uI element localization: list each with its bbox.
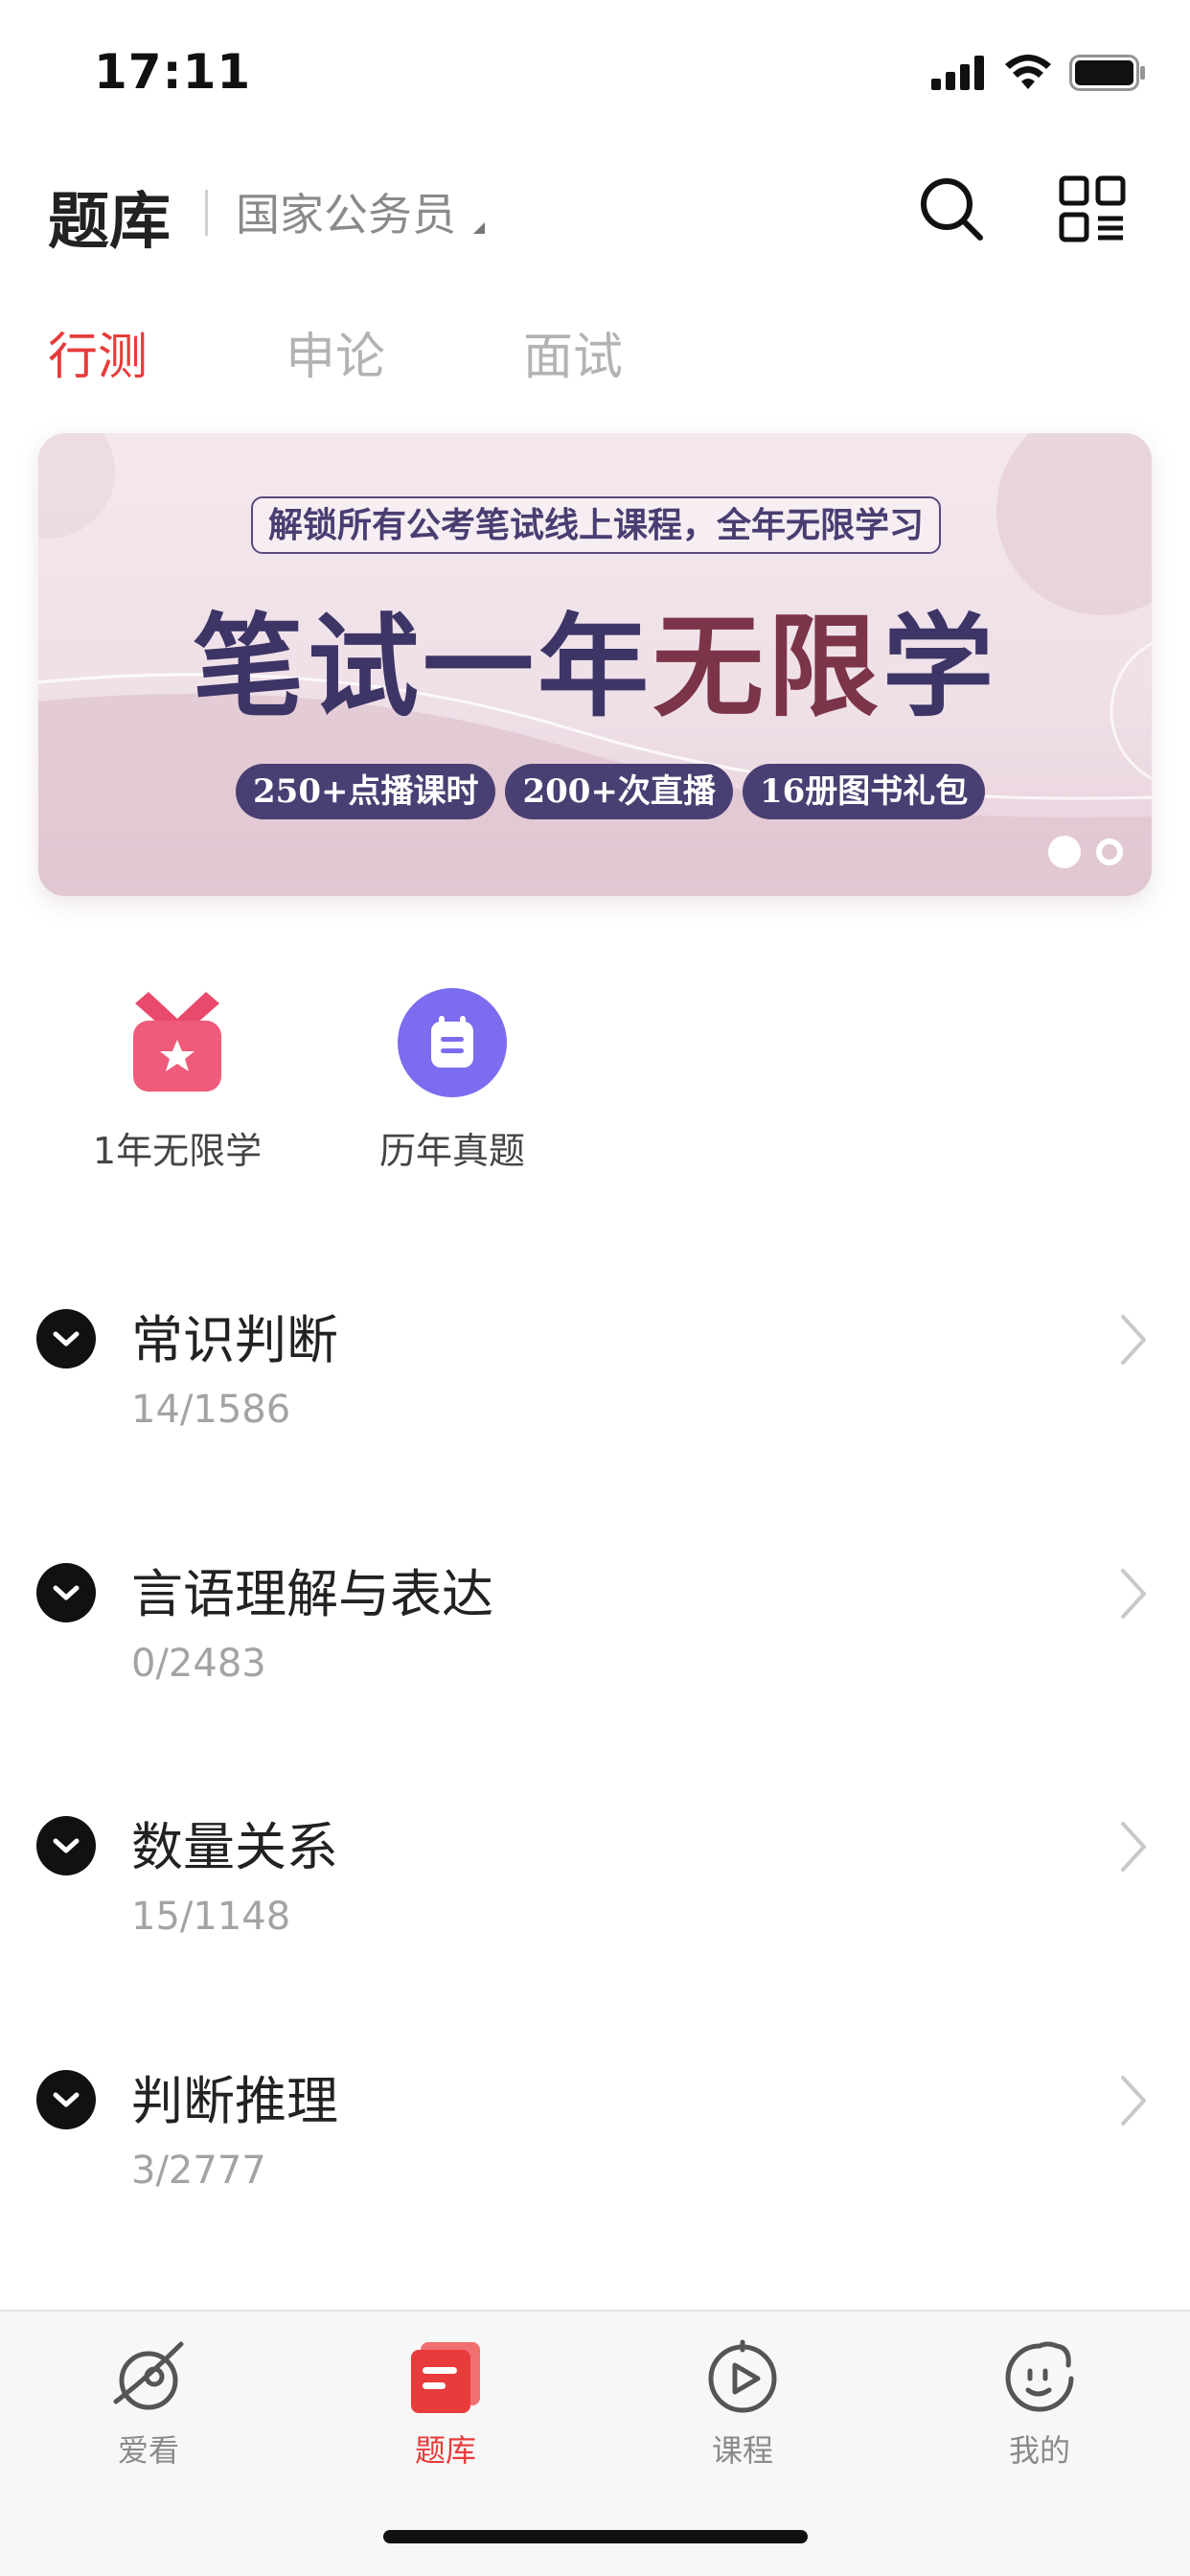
- category-title: 数量关系: [131, 1817, 338, 1877]
- page-dot[interactable]: [1096, 839, 1123, 865]
- battery-icon: [1069, 55, 1145, 91]
- category-progress: 3/2777: [131, 2149, 266, 2193]
- nav-tab-courses[interactable]: 课程: [656, 2336, 829, 2471]
- category-row[interactable]: 数量关系 15/1148: [0, 1799, 1190, 2019]
- expand-icon[interactable]: [36, 1816, 96, 1875]
- calendar-icon: [397, 987, 508, 1098]
- category-row[interactable]: 言语理解与表达 0/2483: [0, 1546, 1190, 1766]
- wifi-icon: [1005, 55, 1051, 89]
- chevron-right-icon: [1121, 1569, 1146, 1619]
- nav-tab-profile[interactable]: 我的: [953, 2336, 1126, 2471]
- banner-tag: 250+点播课时: [236, 764, 496, 819]
- category-grid-button[interactable]: [1054, 171, 1131, 247]
- subject-tabs: 行测 申论 面试: [48, 316, 761, 388]
- banner-tag: 16册图书礼包: [742, 764, 986, 819]
- chevron-right-icon: [1121, 1822, 1146, 1872]
- search-button[interactable]: [913, 171, 990, 247]
- play-course-icon: [702, 2336, 783, 2417]
- search-icon: [921, 178, 983, 241]
- banner-tags: 250+点播课时 200+次直播 16册图书礼包: [236, 764, 986, 819]
- category-progress: 0/2483: [131, 1642, 266, 1686]
- chevron-right-icon: [1121, 1315, 1146, 1365]
- page-dot-active[interactable]: [1048, 836, 1081, 868]
- page-title: 题库: [48, 187, 171, 258]
- exam-type-label: 国家公务员: [236, 189, 456, 241]
- category-title: 言语理解与表达: [131, 1564, 493, 1624]
- promo-banner[interactable]: 解锁所有公考笔试线上课程，全年无限学习 笔试一年无限学 250+点播课时 200…: [38, 433, 1152, 896]
- medal-icon: [122, 987, 233, 1098]
- tab-shenlun[interactable]: 申论: [286, 316, 523, 388]
- category-row[interactable]: 常识判断 14/1586: [0, 1292, 1190, 1512]
- banner-headline-part1: 笔试一年: [193, 602, 652, 732]
- shortcut-past-exams[interactable]: 历年真题: [347, 987, 558, 1174]
- status-bar: 17:11: [0, 0, 1190, 144]
- status-time: 17:11: [94, 44, 252, 100]
- chevron-right-icon: [1121, 2076, 1146, 2126]
- category-progress: 14/1586: [131, 1388, 291, 1432]
- nav-tab-question-bank[interactable]: 题库: [359, 2336, 532, 2471]
- banner-tag: 200+次直播: [505, 764, 733, 819]
- nav-label: 题库: [414, 2432, 476, 2469]
- home-indicator[interactable]: [383, 2530, 808, 2543]
- banner-subtitle: 解锁所有公考笔试线上课程，全年无限学习: [251, 496, 941, 554]
- question-bank-icon: [405, 2336, 486, 2417]
- nav-label: 爱看: [117, 2432, 179, 2469]
- banner-page-indicator: [1048, 836, 1123, 868]
- status-icons: [931, 54, 1146, 92]
- exam-type-selector[interactable]: 国家公务员: [236, 180, 485, 243]
- shortcut-unlimited-study[interactable]: 1年无限学: [72, 987, 283, 1174]
- nav-label: 我的: [1008, 2432, 1070, 2469]
- profile-face-icon: [999, 2336, 1080, 2417]
- category-title: 判断推理: [131, 2071, 338, 2131]
- shortcut-label: 历年真题: [378, 1130, 525, 1172]
- category-row[interactable]: 判断推理 3/2777: [0, 2053, 1190, 2273]
- nav-tab-explore[interactable]: 爱看: [62, 2336, 235, 2471]
- grid-menu-icon: [1059, 175, 1126, 242]
- expand-icon[interactable]: [36, 1563, 96, 1622]
- tab-mianshi[interactable]: 面试: [523, 316, 761, 388]
- caret-down-icon: [473, 222, 485, 234]
- banner-headline: 笔试一年无限学: [38, 577, 1152, 738]
- expand-icon[interactable]: [36, 1309, 96, 1368]
- banner-headline-part2: 无限: [652, 602, 882, 732]
- banner-headline-part3: 学: [882, 602, 997, 732]
- header: 题库 国家公务员: [0, 163, 1190, 259]
- nav-label: 课程: [711, 2432, 773, 2469]
- tab-xingce[interactable]: 行测: [48, 316, 286, 388]
- header-divider: [205, 190, 208, 236]
- shortcut-label: 1年无限学: [92, 1130, 263, 1172]
- explore-icon: [108, 2336, 189, 2417]
- category-title: 常识判断: [131, 1310, 338, 1370]
- expand-icon[interactable]: [36, 2070, 96, 2129]
- cellular-signal-icon: [931, 56, 984, 90]
- category-progress: 15/1148: [131, 1895, 291, 1939]
